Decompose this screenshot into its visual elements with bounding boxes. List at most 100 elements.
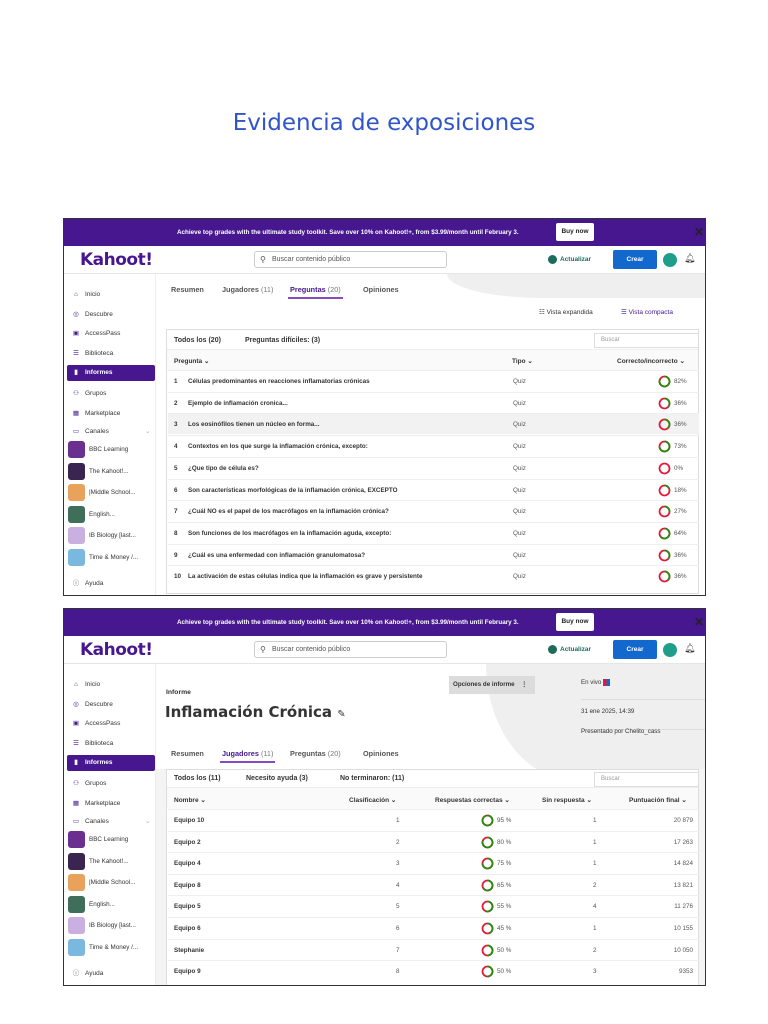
tab-preguntas[interactable]: Preguntas (20) [290, 749, 341, 758]
column-tipo[interactable]: Tipo ⌄ [512, 357, 533, 365]
help-link[interactable]: ⓘ Ayuda [71, 966, 104, 982]
player-row[interactable]: Equipo 8 4 65 % 2 13 821 [168, 873, 699, 895]
player-row[interactable]: Equipo 9 8 50 % 3 9353 [168, 960, 699, 981]
channel-item[interactable]: The Kahoot!... [68, 852, 129, 870]
column-header[interactable]: Puntuación final ⌄ [629, 796, 687, 804]
bell-icon[interactable]: 🔔︎ [684, 253, 695, 264]
sidebar-item-canales[interactable]: ▭ Canales ⌄ [71, 814, 151, 830]
channel-item[interactable]: The Kahoot!... [68, 462, 129, 480]
sidebar-item-biblioteca[interactable]: ☰ Biblioteca [71, 346, 113, 362]
channel-item[interactable]: English... [68, 505, 115, 523]
update-button[interactable]: Actualizar [548, 255, 591, 264]
column-header[interactable]: Sin respuesta ⌄ [542, 796, 592, 804]
channel-item[interactable]: IB Biology [last... [68, 527, 136, 545]
create-button[interactable]: Crear [613, 250, 657, 269]
pencil-icon[interactable]: ✎ [337, 709, 345, 720]
update-button[interactable]: Actualizar [548, 645, 591, 654]
tab-preguntas[interactable]: Preguntas (20) [288, 285, 343, 299]
question-row[interactable]: 2 Ejemplo de inflamación cronica... Quiz… [168, 391, 699, 413]
kahoot-logo[interactable]: Kahoot! [80, 640, 153, 660]
question-row[interactable]: 3 Los eosinófilos tienen un núcleo en fo… [168, 413, 699, 435]
correct-ratio-donut [481, 922, 494, 935]
question-row[interactable]: 7 ¿Cuál NO es el papel de los macrófagos… [168, 500, 699, 521]
sidebar-item-marketplace[interactable]: ▦ Marketplace [71, 796, 120, 812]
view-expanded-button[interactable]: ☷ Vista expandida [539, 308, 593, 316]
correct-percent: 95 % [497, 817, 512, 824]
close-icon[interactable]: ✕ [694, 615, 704, 629]
channel-item[interactable]: IB Biology [last... [68, 917, 136, 935]
player-row[interactable]: Equipo 10 1 95 % 1 20 879 [168, 809, 699, 830]
correct-percent: 0% [674, 464, 684, 472]
subtab-need-help[interactable]: Necesito ayuda (3) [246, 775, 308, 782]
table-search-input[interactable]: Buscar [594, 772, 699, 787]
view-compact-button[interactable]: ☰ Vista compacta [621, 308, 673, 316]
subtab-not-finished[interactable]: No terminaron: (11) [340, 775, 404, 782]
player-row[interactable]: Stephanie 7 50 % 2 10 050 [168, 938, 699, 960]
sidebar-item-accesspass[interactable]: ▣ AccessPass [71, 716, 120, 732]
channel-item[interactable]: Time & Money /... [68, 939, 138, 956]
correct-ratio-donut [658, 397, 671, 410]
chevron-down-icon[interactable]: ⌄ [145, 424, 150, 440]
sidebar-item-biblioteca[interactable]: ☰ Biblioteca [71, 736, 113, 752]
sidebar-item-descubre[interactable]: ◎ Descubre [71, 697, 113, 713]
sidebar-item-informes[interactable]: ▮ Informes [67, 365, 155, 381]
question-row[interactable]: 6 Son características morfológicas de la… [168, 478, 699, 500]
question-row[interactable]: 9 ¿Cuál es una enfermedad con inflamació… [168, 543, 699, 565]
sidebar-item-inicio[interactable]: ⌂ Inicio [71, 677, 100, 693]
tab-resumen[interactable]: Resumen [171, 285, 204, 294]
bell-icon[interactable]: 🔔︎ [684, 643, 695, 654]
question-row[interactable]: 5 ¿Que tipo de célula es? Quiz 0% [168, 456, 699, 478]
tab-jugadores[interactable]: Jugadores (11) [219, 749, 276, 763]
sidebar-item-grupos[interactable]: ⚇ Grupos [71, 776, 106, 792]
channel-item[interactable]: Time & Money /... [68, 549, 138, 566]
table-search-input[interactable]: Buscar [594, 333, 699, 348]
sidebar-item-label: Marketplace [85, 800, 121, 807]
create-button[interactable]: Crear [613, 640, 657, 659]
subtab-all[interactable]: Todos los (20) [168, 337, 227, 351]
question-row[interactable]: 10 La activación de estas células indica… [168, 565, 699, 586]
subtab-all[interactable]: Todos los (11) [168, 775, 227, 789]
report-options-button[interactable]: Opciones de informe ⋮ [449, 676, 535, 694]
sidebar-item-inicio[interactable]: ⌂ Inicio [71, 287, 100, 303]
question-row[interactable]: 8 Son funciones de los macrófagos en la … [168, 521, 699, 543]
sidebar-item-marketplace[interactable]: ▦ Marketplace [71, 406, 120, 422]
player-row[interactable]: Equipo 5 5 55 % 4 11 276 [168, 895, 699, 916]
column-correct-incorrect[interactable]: Correcto/incorrecto ⌄ [617, 357, 685, 365]
sidebar-item-accesspass[interactable]: ▣ AccessPass [71, 326, 120, 342]
channel-item[interactable]: English... [68, 895, 115, 913]
question-row[interactable]: 4 Contextos en los que surge la inflamac… [168, 435, 699, 456]
sidebar-item-grupos[interactable]: ⚇ Grupos [71, 386, 106, 402]
channel-item[interactable]: |Middle School... [68, 874, 135, 892]
buy-now-button[interactable]: Buy now [556, 223, 594, 241]
tab-resumen[interactable]: Resumen [171, 749, 204, 758]
channel-item[interactable]: BBC Learning [68, 441, 128, 458]
sidebar-item-descubre[interactable]: ◎ Descubre [71, 307, 113, 323]
search-input[interactable]: ⚲ Buscar contenido público [254, 251, 447, 268]
channel-item[interactable]: |Middle School... [68, 484, 135, 502]
column-header[interactable]: Nombre ⌄ [174, 796, 206, 804]
help-link[interactable]: ⓘ Ayuda [71, 576, 104, 592]
list-icon: ☰ [73, 350, 79, 357]
search-input[interactable]: ⚲ Buscar contenido público [254, 641, 447, 658]
chevron-down-icon[interactable]: ⌄ [145, 814, 150, 830]
player-row[interactable]: Equipo 2 2 80 % 1 17 263 [168, 830, 699, 852]
kahoot-logo[interactable]: Kahoot! [80, 250, 153, 270]
column-header[interactable]: Respuestas correctas ⌄ [435, 796, 510, 804]
tab-opiniones[interactable]: Opiniones [363, 749, 399, 758]
sidebar-item-canales[interactable]: ▭ Canales ⌄ [71, 424, 151, 440]
close-icon[interactable]: ✕ [694, 225, 704, 239]
tab-opiniones[interactable]: Opiniones [363, 285, 399, 294]
buy-now-button[interactable]: Buy now [556, 613, 594, 631]
tab-jugadores[interactable]: Jugadores (11) [222, 285, 273, 294]
avatar[interactable] [663, 643, 677, 657]
player-row[interactable]: Equipo 6 6 45 % 1 10 155 [168, 917, 699, 938]
column-pregunta[interactable]: Pregunta ⌄ [174, 357, 209, 365]
sidebar-item-informes[interactable]: ▮ Informes [67, 755, 155, 771]
question-row[interactable]: 1 Células predominantes en reacciones in… [168, 370, 699, 391]
channel-item[interactable]: BBC Learning [68, 831, 128, 848]
player-row[interactable]: Equipo 4 3 75 % 1 14 824 [168, 852, 699, 873]
correct-ratio-donut [658, 505, 671, 518]
avatar[interactable] [663, 253, 677, 267]
subtab-difficult[interactable]: Preguntas difíciles: (3) [245, 337, 320, 344]
column-header[interactable]: Clasificación ⌄ [349, 796, 396, 804]
